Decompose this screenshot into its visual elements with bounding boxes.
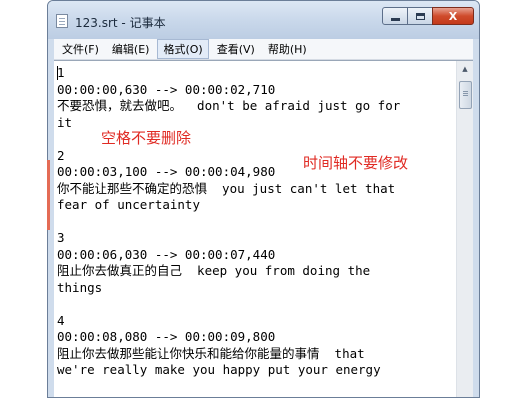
maximize-button[interactable] — [407, 7, 433, 25]
title-bar[interactable]: 123.srt - 记事本 X — [48, 1, 479, 39]
editor-text[interactable]: 1 00:00:00,630 --> 00:00:02,710 不要恐惧，就去做… — [57, 65, 453, 379]
notepad-icon[interactable] — [56, 14, 68, 28]
editor-line: 4 — [57, 312, 65, 328]
menu-file[interactable]: 文件(F) — [57, 40, 104, 58]
editor-line: fear of uncertainty — [57, 197, 200, 212]
scroll-up-button[interactable]: ▲ — [457, 61, 473, 77]
close-button[interactable]: X — [432, 7, 474, 25]
editor-line: 阻止你去做真正的自己 keep you from doing the — [57, 263, 371, 278]
notepad-window: 123.srt - 记事本 X 文件(F) 编辑(E) 格式(O) 查看(V) … — [47, 0, 480, 398]
vertical-scrollbar[interactable]: ▲ — [456, 61, 473, 397]
close-icon: X — [448, 9, 458, 23]
scrollbar-thumb[interactable] — [459, 81, 472, 109]
editor-line: 阻止你去做那些能让你快乐和能给你能量的事情 that — [57, 345, 365, 361]
menu-format[interactable]: 格式(O) — [157, 39, 209, 59]
minimize-button[interactable] — [382, 7, 408, 25]
menu-bar: 文件(F) 编辑(E) 格式(O) 查看(V) 帮助(H) — [54, 39, 473, 60]
editor-line: things — [57, 279, 103, 295]
window-title: 123.srt - 记事本 — [75, 16, 166, 30]
editor-line: 00:00:08,080 --> 00:00:09,800 — [57, 329, 276, 344]
editor-line: 你不能让那些不确定的恐惧 you just can't let that — [57, 180, 396, 196]
editor-line: 1 — [57, 65, 65, 80]
scroll-up-arrow-icon: ▲ — [462, 65, 468, 73]
editor-line: 00:00:06,030 --> 00:00:07,440 — [57, 246, 276, 262]
annotation-keep-timeline: 时间轴不要修改 — [303, 154, 409, 172]
editor-line: we're really make you happy put your ene… — [57, 362, 381, 377]
text-caret — [57, 66, 58, 80]
minimize-icon — [390, 17, 400, 21]
menu-help[interactable]: 帮助(H) — [263, 40, 312, 58]
menu-edit[interactable]: 编辑(E) — [107, 40, 155, 58]
editor-line: 不要恐惧，就去做吧。 don't be afraid just go for — [57, 98, 401, 113]
text-editor[interactable]: 1 00:00:00,630 --> 00:00:02,710 不要恐惧，就去做… — [54, 60, 473, 397]
editor-line: 3 — [57, 230, 65, 245]
maximize-icon — [415, 12, 425, 20]
window-controls: X — [382, 7, 474, 27]
edge-highlight — [47, 160, 50, 230]
annotation-keep-spaces: 空格不要删除 — [101, 129, 192, 147]
editor-line: 00:00:00,630 --> 00:00:02,710 — [57, 81, 276, 97]
menu-view[interactable]: 查看(V) — [212, 40, 260, 58]
